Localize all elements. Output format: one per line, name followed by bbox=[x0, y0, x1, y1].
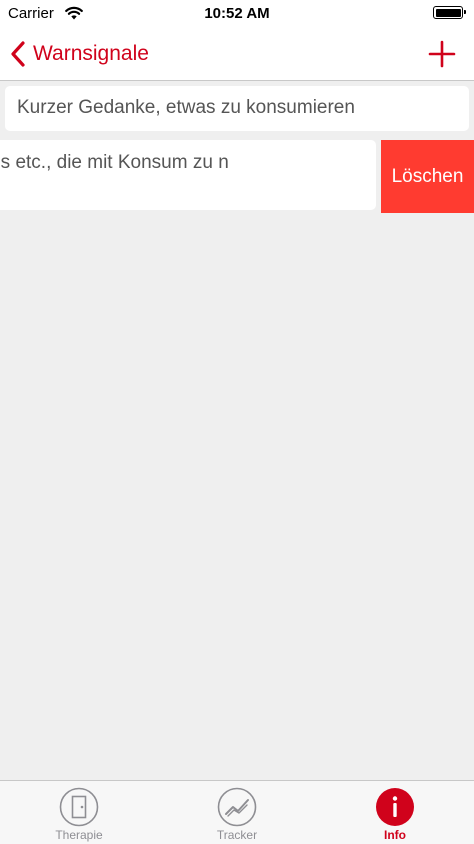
tab-tracker[interactable]: Tracker bbox=[158, 781, 316, 844]
clock: 10:52 AM bbox=[204, 5, 270, 22]
status-bar: Carrier 10:52 AM bbox=[0, 0, 474, 28]
tab-label: Therapie bbox=[55, 828, 103, 842]
info-icon bbox=[376, 788, 414, 826]
tab-therapie[interactable]: Therapie bbox=[0, 781, 158, 844]
delete-button[interactable]: Löschen bbox=[381, 140, 474, 213]
add-icon[interactable] bbox=[428, 40, 456, 68]
list-item[interactable]: Kurzer Gedanke, etwas zu konsumieren bbox=[5, 86, 469, 131]
tab-bar: Therapie Tracker Info bbox=[0, 780, 474, 844]
navigation-bar: Warnsignale bbox=[0, 28, 474, 81]
delete-button-label: Löschen bbox=[391, 165, 464, 187]
tab-label: Info bbox=[384, 828, 406, 842]
list-item-text: Kurzer Gedanke, etwas zu konsumieren bbox=[17, 97, 355, 118]
list-item-text: ue Videos etc., die mit Konsum zu n bbox=[0, 152, 229, 173]
chevron-left-icon bbox=[11, 41, 25, 67]
back-button-label: Warnsignale bbox=[33, 42, 149, 65]
battery-icon bbox=[433, 6, 466, 19]
list-item[interactable]: ue Videos etc., die mit Konsum zu n bbox=[0, 140, 376, 210]
tab-label: Tracker bbox=[216, 828, 258, 842]
back-button[interactable]: Warnsignale bbox=[10, 36, 149, 72]
trend-chart-icon bbox=[217, 787, 257, 827]
tab-info[interactable]: Info bbox=[316, 781, 474, 844]
door-icon bbox=[59, 787, 99, 827]
